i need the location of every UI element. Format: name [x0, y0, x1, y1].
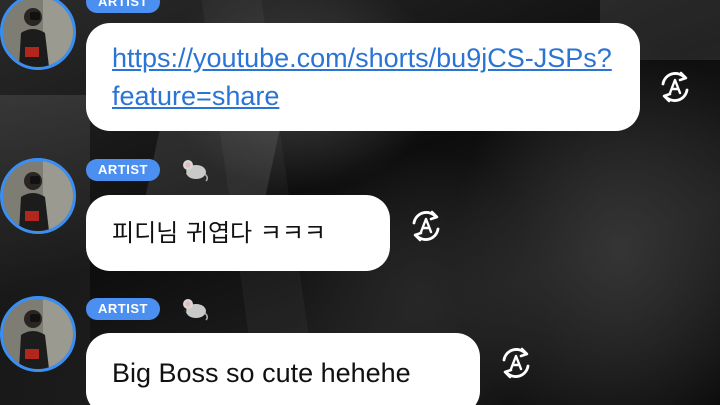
avatar-photo-icon [3, 161, 73, 231]
translate-icon[interactable] [656, 68, 694, 106]
translate-icon[interactable] [497, 344, 535, 382]
avatar-photo-icon [3, 0, 73, 67]
artist-badge: ARTIST [86, 0, 160, 13]
chat-screen: ARTIST https://youtube.com/shorts/bu9jCS… [0, 0, 720, 405]
mouse-emoji-icon [183, 299, 209, 321]
avatar-photo-icon [3, 299, 73, 369]
shared-link[interactable]: https://youtube.com/shorts/bu9jCS-JSPs?f… [112, 43, 612, 111]
mouse-emoji-icon [183, 160, 209, 182]
artist-badge: ARTIST [86, 159, 160, 181]
artist-avatar[interactable] [0, 158, 76, 234]
artist-avatar[interactable] [0, 0, 76, 70]
message-bubble: 피디님 귀엽다 ㅋㅋㅋ [86, 195, 390, 271]
artist-avatar[interactable] [0, 296, 76, 372]
message-bubble: https://youtube.com/shorts/bu9jCS-JSPs?f… [86, 23, 640, 131]
message-bubble: Big Boss so cute hehehe [86, 333, 480, 405]
artist-badge: ARTIST [86, 298, 160, 320]
translate-icon[interactable] [407, 207, 445, 245]
